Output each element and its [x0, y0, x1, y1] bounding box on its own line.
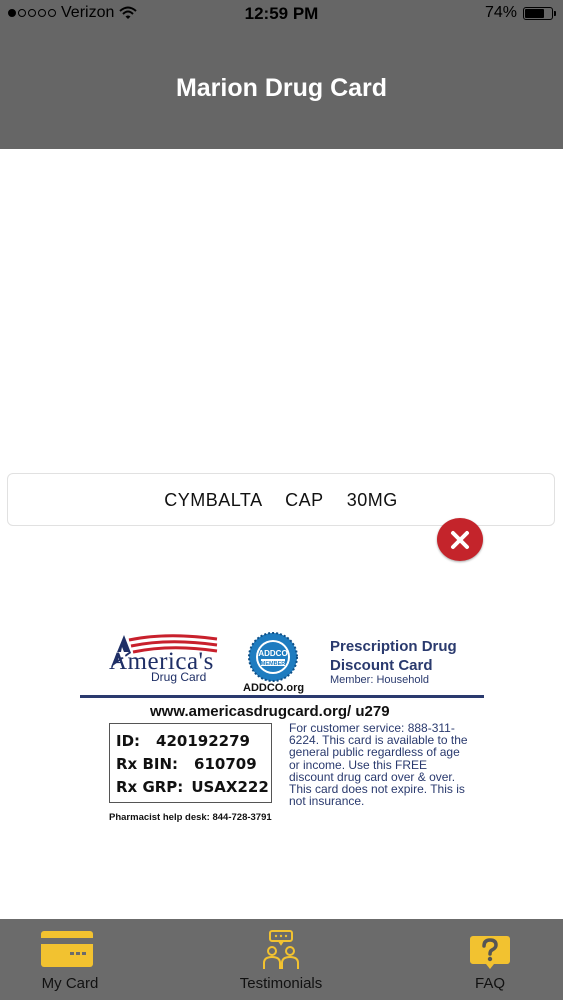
people-chat-icon — [263, 930, 299, 969]
tab-testimonials[interactable]: Testimonials — [225, 919, 337, 1000]
tab-faq[interactable]: FAQ — [450, 919, 530, 1000]
grp-value: USAX222 — [191, 778, 269, 796]
grp-row: Rx GRP: USAX222 — [116, 778, 269, 796]
selected-drug-field[interactable]: CYMBALTA CAP 30MG — [7, 473, 555, 526]
member-id-box: ID: 420192279 Rx BIN: 610709 Rx GRP: USAX22… — [109, 723, 272, 803]
battery-status: 74% — [484, 4, 556, 22]
id-value: 420192279 — [156, 732, 250, 750]
status-bar: Verizon 12:59 PM 74% — [0, 0, 563, 28]
battery-icon — [523, 6, 556, 20]
seal-text-top: ADDCO — [258, 649, 287, 658]
tab-label-testimonials: Testimonials — [239, 975, 323, 992]
credit-card-icon — [41, 931, 93, 967]
tab-my-card[interactable]: My Card — [20, 919, 120, 1000]
tab-label-faq: FAQ — [474, 975, 505, 992]
discount-card: America's Drug Card ADDCO MEMBER ADDCO.o… — [80, 625, 490, 830]
status-time: 12:59 PM — [244, 4, 319, 23]
drug-name: CYMBALTA CAP 30MG — [164, 490, 398, 510]
tab-label-my-card: My Card — [41, 975, 99, 992]
card-divider — [80, 695, 484, 698]
id-row: ID: 420192279 — [116, 732, 250, 750]
id-label: ID: — [116, 732, 141, 750]
card-title-line1: Prescription Drug — [330, 638, 457, 655]
close-icon — [451, 531, 469, 549]
clear-drug-button[interactable] — [437, 518, 483, 561]
seal-text-bottom: MEMBER — [261, 661, 285, 667]
addco-member-seal: ADDCO MEMBER — [248, 632, 298, 682]
card-title-line2: Discount Card — [330, 657, 433, 674]
customer-service-text: For customer service: 888-311-6224. This… — [289, 721, 468, 809]
page-title: Marion Drug Card — [175, 74, 388, 102]
question-bubble-icon — [470, 936, 510, 969]
brand-subtitle: Drug Card — [151, 670, 207, 684]
battery-percent: 74% — [484, 4, 517, 21]
seal-label: ADDCO.org — [243, 682, 305, 694]
app-header: Marion Drug Card — [0, 28, 563, 149]
grp-label: Rx GRP: — [116, 778, 184, 796]
pharmacist-help-desk: Pharmacist help desk: 844-728-3791 — [109, 812, 272, 823]
card-website: www.americasdrugcard.org/ u279 — [150, 703, 390, 720]
bin-value: 610709 — [194, 755, 257, 773]
card-member-type: Member: Household — [330, 674, 430, 686]
tab-bar: My Card Testimonials FAQ — [0, 919, 563, 1000]
bin-label: Rx BIN: — [116, 755, 179, 773]
bin-row: Rx BIN: 610709 — [116, 755, 257, 773]
